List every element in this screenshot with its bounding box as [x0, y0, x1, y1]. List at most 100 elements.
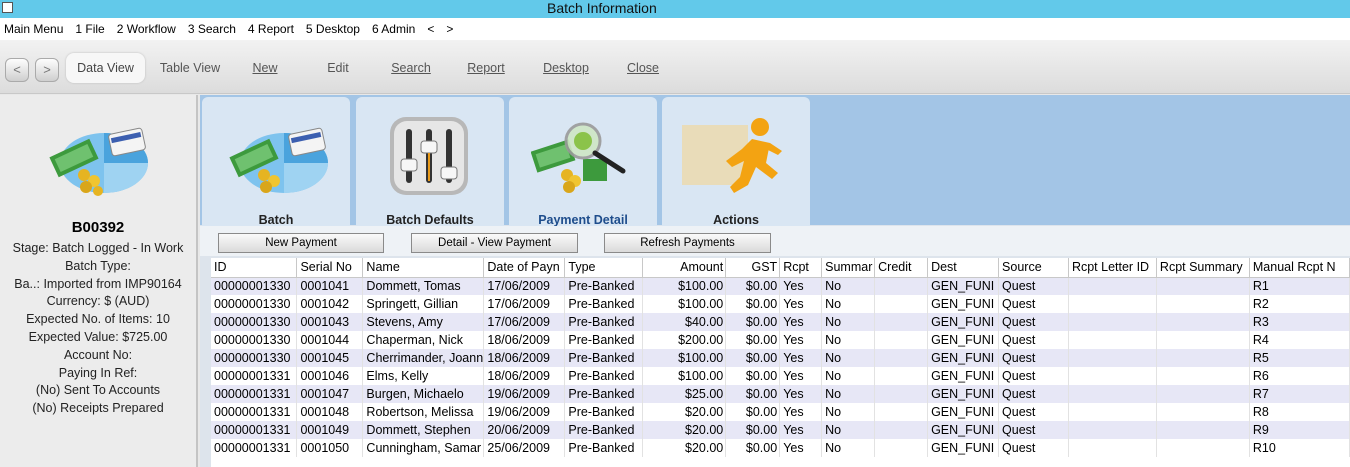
table-row[interactable]: 00000001330 0001045 Cherrimander, Joann 18/…: [211, 349, 1350, 367]
table-cell: Yes: [779, 367, 823, 385]
column-header[interactable]: ID: [211, 258, 298, 278]
new-button[interactable]: New: [240, 53, 290, 83]
menu-admin[interactable]: 6 Admin: [372, 22, 415, 36]
menu-main[interactable]: Main Menu: [4, 22, 63, 36]
table-cell: No: [821, 331, 876, 349]
table-cell: R4: [1249, 331, 1350, 349]
table-cell: No: [821, 421, 876, 439]
column-header[interactable]: Serial No: [296, 258, 364, 278]
table-cell: 00000001331: [211, 421, 298, 439]
table-cell: [1068, 313, 1157, 331]
menu-search[interactable]: 3 Search: [188, 22, 236, 36]
column-header[interactable]: Name: [362, 258, 485, 278]
table-cell: Springett, Gillian: [362, 295, 485, 313]
table-cell: 00000001330: [211, 313, 298, 331]
column-header[interactable]: Rcpt Letter ID: [1068, 258, 1157, 278]
report-button[interactable]: Report: [460, 53, 512, 83]
table-cell: 00000001331: [211, 367, 298, 385]
column-header[interactable]: Type: [564, 258, 644, 278]
column-header[interactable]: Amount: [642, 258, 727, 278]
table-cell: Yes: [779, 277, 823, 295]
table-cell: $25.00: [642, 385, 727, 403]
column-header[interactable]: Manual Rcpt N: [1249, 258, 1350, 278]
column-header[interactable]: Rcpt: [779, 258, 823, 278]
table-cell: R1: [1249, 277, 1350, 295]
column-header[interactable]: Summar: [821, 258, 876, 278]
table-cell: 00000001330: [211, 331, 298, 349]
menu-file[interactable]: 1 File: [75, 22, 104, 36]
tile-payment-detail[interactable]: Payment Detail: [509, 97, 657, 227]
column-header[interactable]: Source: [998, 258, 1069, 278]
table-view-button[interactable]: Table View: [152, 53, 228, 83]
tile-batch-defaults[interactable]: Batch Defaults: [356, 97, 504, 227]
table-cell: $0.00: [725, 349, 781, 367]
desktop-button[interactable]: Desktop: [536, 53, 596, 83]
forward-button[interactable]: >: [35, 58, 59, 82]
data-view-button[interactable]: Data View: [66, 53, 145, 83]
table-cell: 00000001330: [211, 277, 298, 295]
table-cell: $0.00: [725, 385, 781, 403]
table-cell: GEN_FUNI: [927, 403, 1000, 421]
table-cell: Cunningham, Samar: [362, 439, 485, 457]
batch-info: Stage: Batch Logged - In Work Batch Type…: [0, 240, 196, 418]
table-cell: Pre-Banked: [564, 313, 644, 331]
batch-expected-items: Expected No. of Items: 10: [26, 312, 170, 327]
column-header[interactable]: Credit: [874, 258, 929, 278]
column-header[interactable]: Date of Payn: [483, 258, 566, 278]
table-row[interactable]: 00000001331 0001048 Robertson, Melissa 19/0…: [211, 403, 1350, 421]
table-cell: $100.00: [642, 277, 727, 295]
column-header[interactable]: GST: [725, 258, 781, 278]
table-cell: Quest: [998, 295, 1069, 313]
edit-button[interactable]: Edit: [313, 53, 363, 83]
table-cell: 0001046: [296, 367, 364, 385]
table-row[interactable]: 00000001330 0001041 Dommett, Tomas 17/06/20…: [211, 277, 1350, 295]
payments-grid[interactable]: ID Serial No Name Date of Payn Type Amount GST…: [211, 258, 1350, 467]
table-row[interactable]: 00000001330 0001043 Stevens, Amy 17/06/2009…: [211, 313, 1350, 331]
column-header[interactable]: Dest: [927, 258, 1000, 278]
search-button[interactable]: Search: [383, 53, 439, 83]
table-cell: Pre-Banked: [564, 277, 644, 295]
table-row[interactable]: 00000001330 0001044 Chaperman, Nick 18/06/2…: [211, 331, 1350, 349]
table-row[interactable]: 00000001331 0001046 Elms, Kelly 18/06/2009 P…: [211, 367, 1350, 385]
table-cell: 18/06/2009: [483, 331, 566, 349]
menu-report[interactable]: 4 Report: [248, 22, 294, 36]
table-cell: [1156, 295, 1250, 313]
detail-view-payment-button[interactable]: Detail - View Payment: [411, 233, 578, 253]
menu-scroll-right[interactable]: >: [446, 22, 453, 36]
tile-actions[interactable]: Actions: [662, 97, 810, 227]
table-cell: [874, 421, 929, 439]
table-cell: $0.00: [725, 403, 781, 421]
table-cell: GEN_FUNI: [927, 349, 1000, 367]
batch-id: B00392: [71, 219, 125, 236]
table-cell: Pre-Banked: [564, 367, 644, 385]
tile-batch[interactable]: Batch: [202, 97, 350, 227]
menu-bar: Main Menu 1 File 2 Workflow 3 Search 4 R…: [0, 18, 1350, 40]
menu-workflow[interactable]: 2 Workflow: [117, 22, 176, 36]
new-payment-button[interactable]: New Payment: [218, 233, 384, 253]
table-cell: Quest: [998, 313, 1069, 331]
table-cell: 19/06/2009: [483, 403, 566, 421]
table-cell: No: [821, 385, 876, 403]
close-button[interactable]: Close: [620, 53, 666, 83]
table-row[interactable]: 00000001330 0001042 Springett, Gillian 17/0…: [211, 295, 1350, 313]
table-row[interactable]: 00000001331 0001049 Dommett, Stephen 20/06/…: [211, 421, 1350, 439]
table-cell: 0001045: [296, 349, 364, 367]
table-cell: [1156, 331, 1250, 349]
menu-desktop[interactable]: 5 Desktop: [306, 22, 360, 36]
table-cell: [874, 367, 929, 385]
batch-payment-icon: [49, 127, 148, 196]
refresh-payments-button[interactable]: Refresh Payments: [604, 233, 771, 253]
runner-icon: [682, 118, 782, 193]
table-cell: R3: [1249, 313, 1350, 331]
table-row[interactable]: 00000001331 0001050 Cunningham, Samar 25/06…: [211, 439, 1350, 457]
back-button[interactable]: <: [5, 58, 29, 82]
table-row[interactable]: 00000001331 0001047 Burgen, Michaelo 19/06/…: [211, 385, 1350, 403]
table-cell: [1068, 439, 1157, 457]
table-cell: R8: [1249, 403, 1350, 421]
batch-sent-to-accounts: (No) Sent To Accounts: [35, 383, 161, 398]
payments-table: ID Serial No Name Date of Payn Type Amount GST…: [211, 258, 1350, 457]
table-body: 00000001330 0001041 Dommett, Tomas 17/06/20…: [211, 277, 1350, 457]
column-header[interactable]: Rcpt Summary: [1156, 258, 1250, 278]
menu-scroll-left[interactable]: <: [427, 22, 434, 36]
payment-search-icon: [531, 122, 626, 193]
